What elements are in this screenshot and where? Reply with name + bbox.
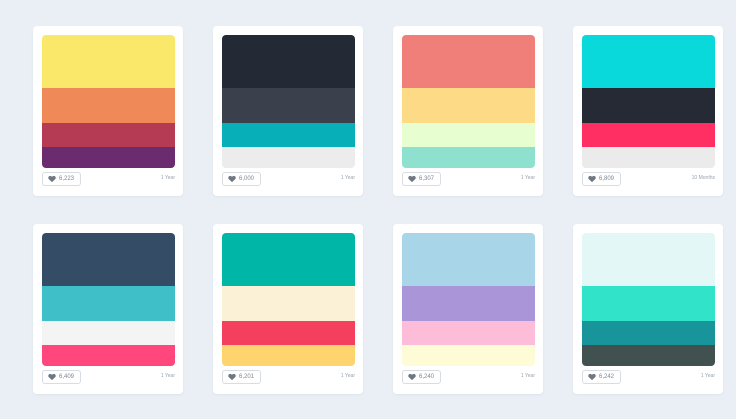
swatch-1[interactable] xyxy=(222,35,355,88)
palette-card[interactable]: 6,409 1 Year xyxy=(33,224,183,394)
card-footer: 6,409 1 Year xyxy=(42,370,175,386)
swatch-3[interactable] xyxy=(402,123,535,147)
like-button[interactable]: 6,307 xyxy=(402,172,442,186)
swatch-1[interactable] xyxy=(582,35,715,88)
like-button[interactable]: 6,223 xyxy=(42,172,82,186)
like-count: 6,223 xyxy=(59,176,75,182)
palette-swatches[interactable] xyxy=(42,35,175,168)
swatch-3[interactable] xyxy=(222,123,355,147)
heart-icon xyxy=(588,373,596,381)
swatch-2[interactable] xyxy=(582,88,715,123)
swatch-3[interactable] xyxy=(582,123,715,147)
swatch-4[interactable] xyxy=(42,147,175,168)
swatch-2[interactable] xyxy=(42,88,175,123)
swatch-1[interactable] xyxy=(222,233,355,286)
palette-age: 1 Year xyxy=(340,373,355,379)
like-button[interactable]: 6,242 xyxy=(582,370,622,384)
like-count: 6,307 xyxy=(419,176,435,182)
heart-icon xyxy=(408,373,416,381)
swatch-4[interactable] xyxy=(42,345,175,366)
palette-age: 10 Months xyxy=(691,175,715,181)
swatch-2[interactable] xyxy=(42,286,175,321)
palette-grid: 6,223 1 Year 6,000 1 Year 6,307 1 Year 6… xyxy=(0,0,736,419)
like-count: 6,409 xyxy=(59,374,75,380)
swatch-4[interactable] xyxy=(402,147,535,168)
swatch-1[interactable] xyxy=(582,233,715,286)
swatch-2[interactable] xyxy=(402,286,535,321)
palette-swatches[interactable] xyxy=(582,233,715,366)
heart-icon xyxy=(588,175,596,183)
swatch-3[interactable] xyxy=(42,321,175,345)
like-count: 6,000 xyxy=(239,176,255,182)
palette-card[interactable]: 6,201 1 Year xyxy=(213,224,363,394)
card-footer: 6,242 1 Year xyxy=(582,370,715,386)
swatch-4[interactable] xyxy=(222,147,355,168)
card-footer: 6,201 1 Year xyxy=(222,370,355,386)
palette-gallery: 6,223 1 Year 6,000 1 Year 6,307 1 Year 6… xyxy=(0,0,736,419)
palette-swatches[interactable] xyxy=(42,233,175,366)
palette-age: 1 Year xyxy=(340,175,355,181)
card-footer: 6,223 1 Year xyxy=(42,172,175,188)
swatch-4[interactable] xyxy=(222,345,355,366)
palette-card[interactable]: 6,242 1 Year xyxy=(573,224,723,394)
swatch-1[interactable] xyxy=(402,233,535,286)
card-footer: 6,307 1 Year xyxy=(402,172,535,188)
heart-icon xyxy=(228,175,236,183)
swatch-2[interactable] xyxy=(222,286,355,321)
palette-swatches[interactable] xyxy=(222,233,355,366)
heart-icon xyxy=(228,373,236,381)
swatch-3[interactable] xyxy=(402,321,535,345)
palette-age: 1 Year xyxy=(520,175,535,181)
like-button[interactable]: 6,809 xyxy=(582,172,622,186)
like-count: 6,809 xyxy=(599,176,615,182)
palette-card[interactable]: 6,240 1 Year xyxy=(393,224,543,394)
heart-icon xyxy=(48,175,56,183)
card-footer: 6,000 1 Year xyxy=(222,172,355,188)
like-count: 6,240 xyxy=(419,374,435,380)
palette-swatches[interactable] xyxy=(402,233,535,366)
palette-swatches[interactable] xyxy=(402,35,535,168)
palette-card[interactable]: 6,000 1 Year xyxy=(213,26,363,196)
palette-age: 1 Year xyxy=(700,373,715,379)
like-count: 6,242 xyxy=(599,374,615,380)
like-button[interactable]: 6,201 xyxy=(222,370,262,384)
swatch-2[interactable] xyxy=(582,286,715,321)
swatch-1[interactable] xyxy=(402,35,535,88)
heart-icon xyxy=(408,175,416,183)
palette-card[interactable]: 6,809 10 Months xyxy=(573,26,723,196)
palette-swatches[interactable] xyxy=(582,35,715,168)
palette-age: 1 Year xyxy=(160,373,175,379)
like-count: 6,201 xyxy=(239,374,255,380)
palette-age: 1 Year xyxy=(520,373,535,379)
like-button[interactable]: 6,409 xyxy=(42,370,82,384)
palette-age: 1 Year xyxy=(160,175,175,181)
like-button[interactable]: 6,000 xyxy=(222,172,262,186)
palette-swatches[interactable] xyxy=(222,35,355,168)
palette-card[interactable]: 6,307 1 Year xyxy=(393,26,543,196)
swatch-4[interactable] xyxy=(582,147,715,168)
swatch-2[interactable] xyxy=(222,88,355,123)
card-footer: 6,809 10 Months xyxy=(582,172,715,188)
swatch-3[interactable] xyxy=(222,321,355,345)
heart-icon xyxy=(48,373,56,381)
swatch-4[interactable] xyxy=(582,345,715,366)
swatch-1[interactable] xyxy=(42,233,175,286)
swatch-2[interactable] xyxy=(402,88,535,123)
swatch-4[interactable] xyxy=(402,345,535,366)
swatch-3[interactable] xyxy=(582,321,715,345)
swatch-3[interactable] xyxy=(42,123,175,147)
like-button[interactable]: 6,240 xyxy=(402,370,442,384)
card-footer: 6,240 1 Year xyxy=(402,370,535,386)
swatch-1[interactable] xyxy=(42,35,175,88)
palette-card[interactable]: 6,223 1 Year xyxy=(33,26,183,196)
